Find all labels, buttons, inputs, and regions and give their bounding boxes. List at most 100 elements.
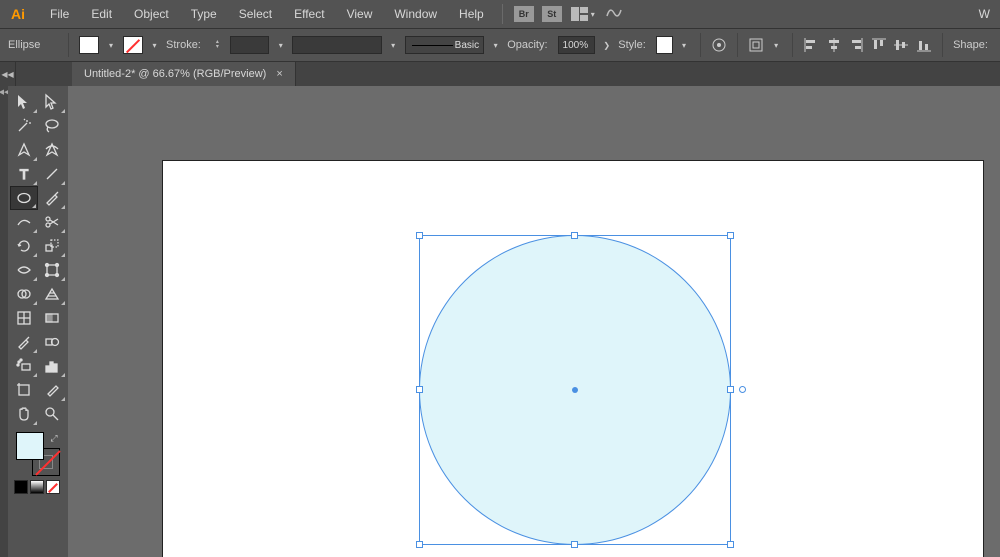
free-transform-tool[interactable]: [38, 258, 66, 282]
ellipse-tool[interactable]: [10, 186, 38, 210]
recolor-artwork-icon[interactable]: [711, 36, 728, 54]
fill-swatch[interactable]: [79, 36, 99, 54]
menu-select[interactable]: Select: [229, 3, 282, 25]
toolbox-collapse-icon[interactable]: ◀◀: [0, 86, 8, 557]
fill-stroke-indicator[interactable]: ⤢: [16, 432, 60, 476]
line-segment-tool[interactable]: [38, 162, 66, 186]
align-hcenter-icon[interactable]: [825, 36, 842, 54]
stroke-weight-dropdown-icon[interactable]: ▾: [275, 36, 286, 54]
width-tool[interactable]: [10, 258, 38, 282]
resize-handle-tl[interactable]: [416, 232, 423, 239]
mesh-tool[interactable]: [10, 306, 38, 330]
eyedropper-tool[interactable]: [10, 330, 38, 354]
curvature-tool[interactable]: [38, 138, 66, 162]
stroke-weight-stepper[interactable]: ▴▾: [211, 36, 224, 54]
menu-help[interactable]: Help: [449, 3, 494, 25]
artboard: [163, 161, 983, 557]
blend-tool[interactable]: [38, 330, 66, 354]
menu-window[interactable]: Window: [384, 3, 447, 25]
active-shape-label: Ellipse: [8, 39, 58, 51]
menu-bar: Ai File Edit Object Type Select Effect V…: [0, 0, 1000, 28]
style-label: Style:: [618, 39, 650, 51]
resize-handle-bl[interactable]: [416, 541, 423, 548]
scale-tool[interactable]: [38, 234, 66, 258]
app-logo-icon: Ai: [6, 2, 30, 26]
stroke-dropdown-icon[interactable]: ▾: [149, 36, 160, 54]
align-to-dropdown-icon[interactable]: ▾: [771, 36, 782, 54]
variable-width-dropdown-icon[interactable]: ▾: [388, 36, 399, 54]
document-tab[interactable]: Untitled-2* @ 66.67% (RGB/Preview) ×: [72, 62, 296, 86]
variable-width-profile[interactable]: [292, 36, 381, 54]
toolbox-panel: T: [8, 86, 68, 557]
align-vcenter-icon[interactable]: [893, 36, 910, 54]
menu-effect[interactable]: Effect: [284, 3, 334, 25]
center-point-icon: [572, 387, 578, 393]
separator: [502, 4, 503, 24]
color-mode-gradient[interactable]: [30, 480, 44, 494]
gradient-tool[interactable]: [38, 306, 66, 330]
brush-dropdown-icon[interactable]: ▾: [490, 36, 501, 54]
color-mode-none[interactable]: [46, 480, 60, 494]
direct-selection-tool[interactable]: [38, 90, 66, 114]
align-right-icon[interactable]: [848, 36, 865, 54]
draw-modes: [10, 480, 60, 494]
pen-tool[interactable]: [10, 138, 38, 162]
resize-handle-l[interactable]: [416, 386, 423, 393]
hand-tool[interactable]: [10, 402, 38, 426]
canvas-area[interactable]: [68, 86, 1000, 557]
opacity-label: Opacity:: [507, 39, 551, 51]
perspective-grid-tool[interactable]: [38, 282, 66, 306]
fill-color-box[interactable]: [16, 432, 44, 460]
panel-collapse-icon[interactable]: ◀◀: [0, 62, 16, 86]
align-top-icon[interactable]: [870, 36, 887, 54]
rotate-tool[interactable]: [10, 234, 38, 258]
menu-object[interactable]: Object: [124, 3, 179, 25]
brush-definition[interactable]: Basic: [405, 36, 484, 54]
artboard-tool[interactable]: [10, 378, 38, 402]
style-dropdown-icon[interactable]: ▾: [679, 36, 690, 54]
type-tool[interactable]: T: [10, 162, 38, 186]
pie-widget-icon[interactable]: [739, 386, 746, 393]
bridge-icon[interactable]: Br: [514, 6, 534, 22]
opacity-dropdown-icon[interactable]: ❯: [601, 36, 612, 54]
gpu-preview-icon[interactable]: [605, 6, 623, 23]
opacity-field[interactable]: 100%: [558, 36, 596, 54]
stroke-swatch[interactable]: [123, 36, 143, 54]
paintbrush-tool[interactable]: [38, 186, 66, 210]
resize-handle-tr[interactable]: [727, 232, 734, 239]
document-tab-row: ◀◀ Untitled-2* @ 66.67% (RGB/Preview) ×: [0, 62, 1000, 86]
color-mode-solid[interactable]: [14, 480, 28, 494]
align-bottom-icon[interactable]: [916, 36, 933, 54]
menu-type[interactable]: Type: [181, 3, 227, 25]
symbol-sprayer-tool[interactable]: [10, 354, 38, 378]
column-graph-tool[interactable]: [38, 354, 66, 378]
align-to-selection-icon[interactable]: [748, 36, 765, 54]
workspace-truncated[interactable]: W: [979, 7, 994, 21]
resize-handle-br[interactable]: [727, 541, 734, 548]
menu-view[interactable]: View: [337, 3, 383, 25]
align-left-icon[interactable]: [803, 36, 820, 54]
fill-dropdown-icon[interactable]: ▾: [105, 36, 116, 54]
zoom-tool[interactable]: [38, 402, 66, 426]
selection-tool[interactable]: [10, 90, 38, 114]
selection-bounding-box[interactable]: [419, 235, 731, 545]
stroke-label: Stroke:: [166, 39, 205, 51]
scissors-tool[interactable]: [38, 210, 66, 234]
stock-icon[interactable]: St: [542, 6, 562, 22]
shape-builder-tool[interactable]: [10, 282, 38, 306]
magic-wand-tool[interactable]: [10, 114, 38, 138]
stroke-weight-field[interactable]: [230, 36, 270, 54]
resize-handle-t[interactable]: [571, 232, 578, 239]
pencil-tool[interactable]: [10, 210, 38, 234]
control-bar: Ellipse ▾ ▾ Stroke: ▴▾ ▾ ▾ Basic ▾ Opaci…: [0, 28, 1000, 62]
arrange-documents-icon[interactable]: ▾: [571, 7, 595, 21]
resize-handle-b[interactable]: [571, 541, 578, 548]
slice-tool[interactable]: [38, 378, 66, 402]
swap-fill-stroke-icon[interactable]: ⤢: [48, 432, 60, 444]
lasso-tool[interactable]: [38, 114, 66, 138]
close-icon[interactable]: ×: [276, 68, 282, 80]
menu-edit[interactable]: Edit: [81, 3, 122, 25]
resize-handle-r[interactable]: [727, 386, 734, 393]
graphic-style-swatch[interactable]: [656, 36, 673, 54]
menu-file[interactable]: File: [40, 3, 79, 25]
